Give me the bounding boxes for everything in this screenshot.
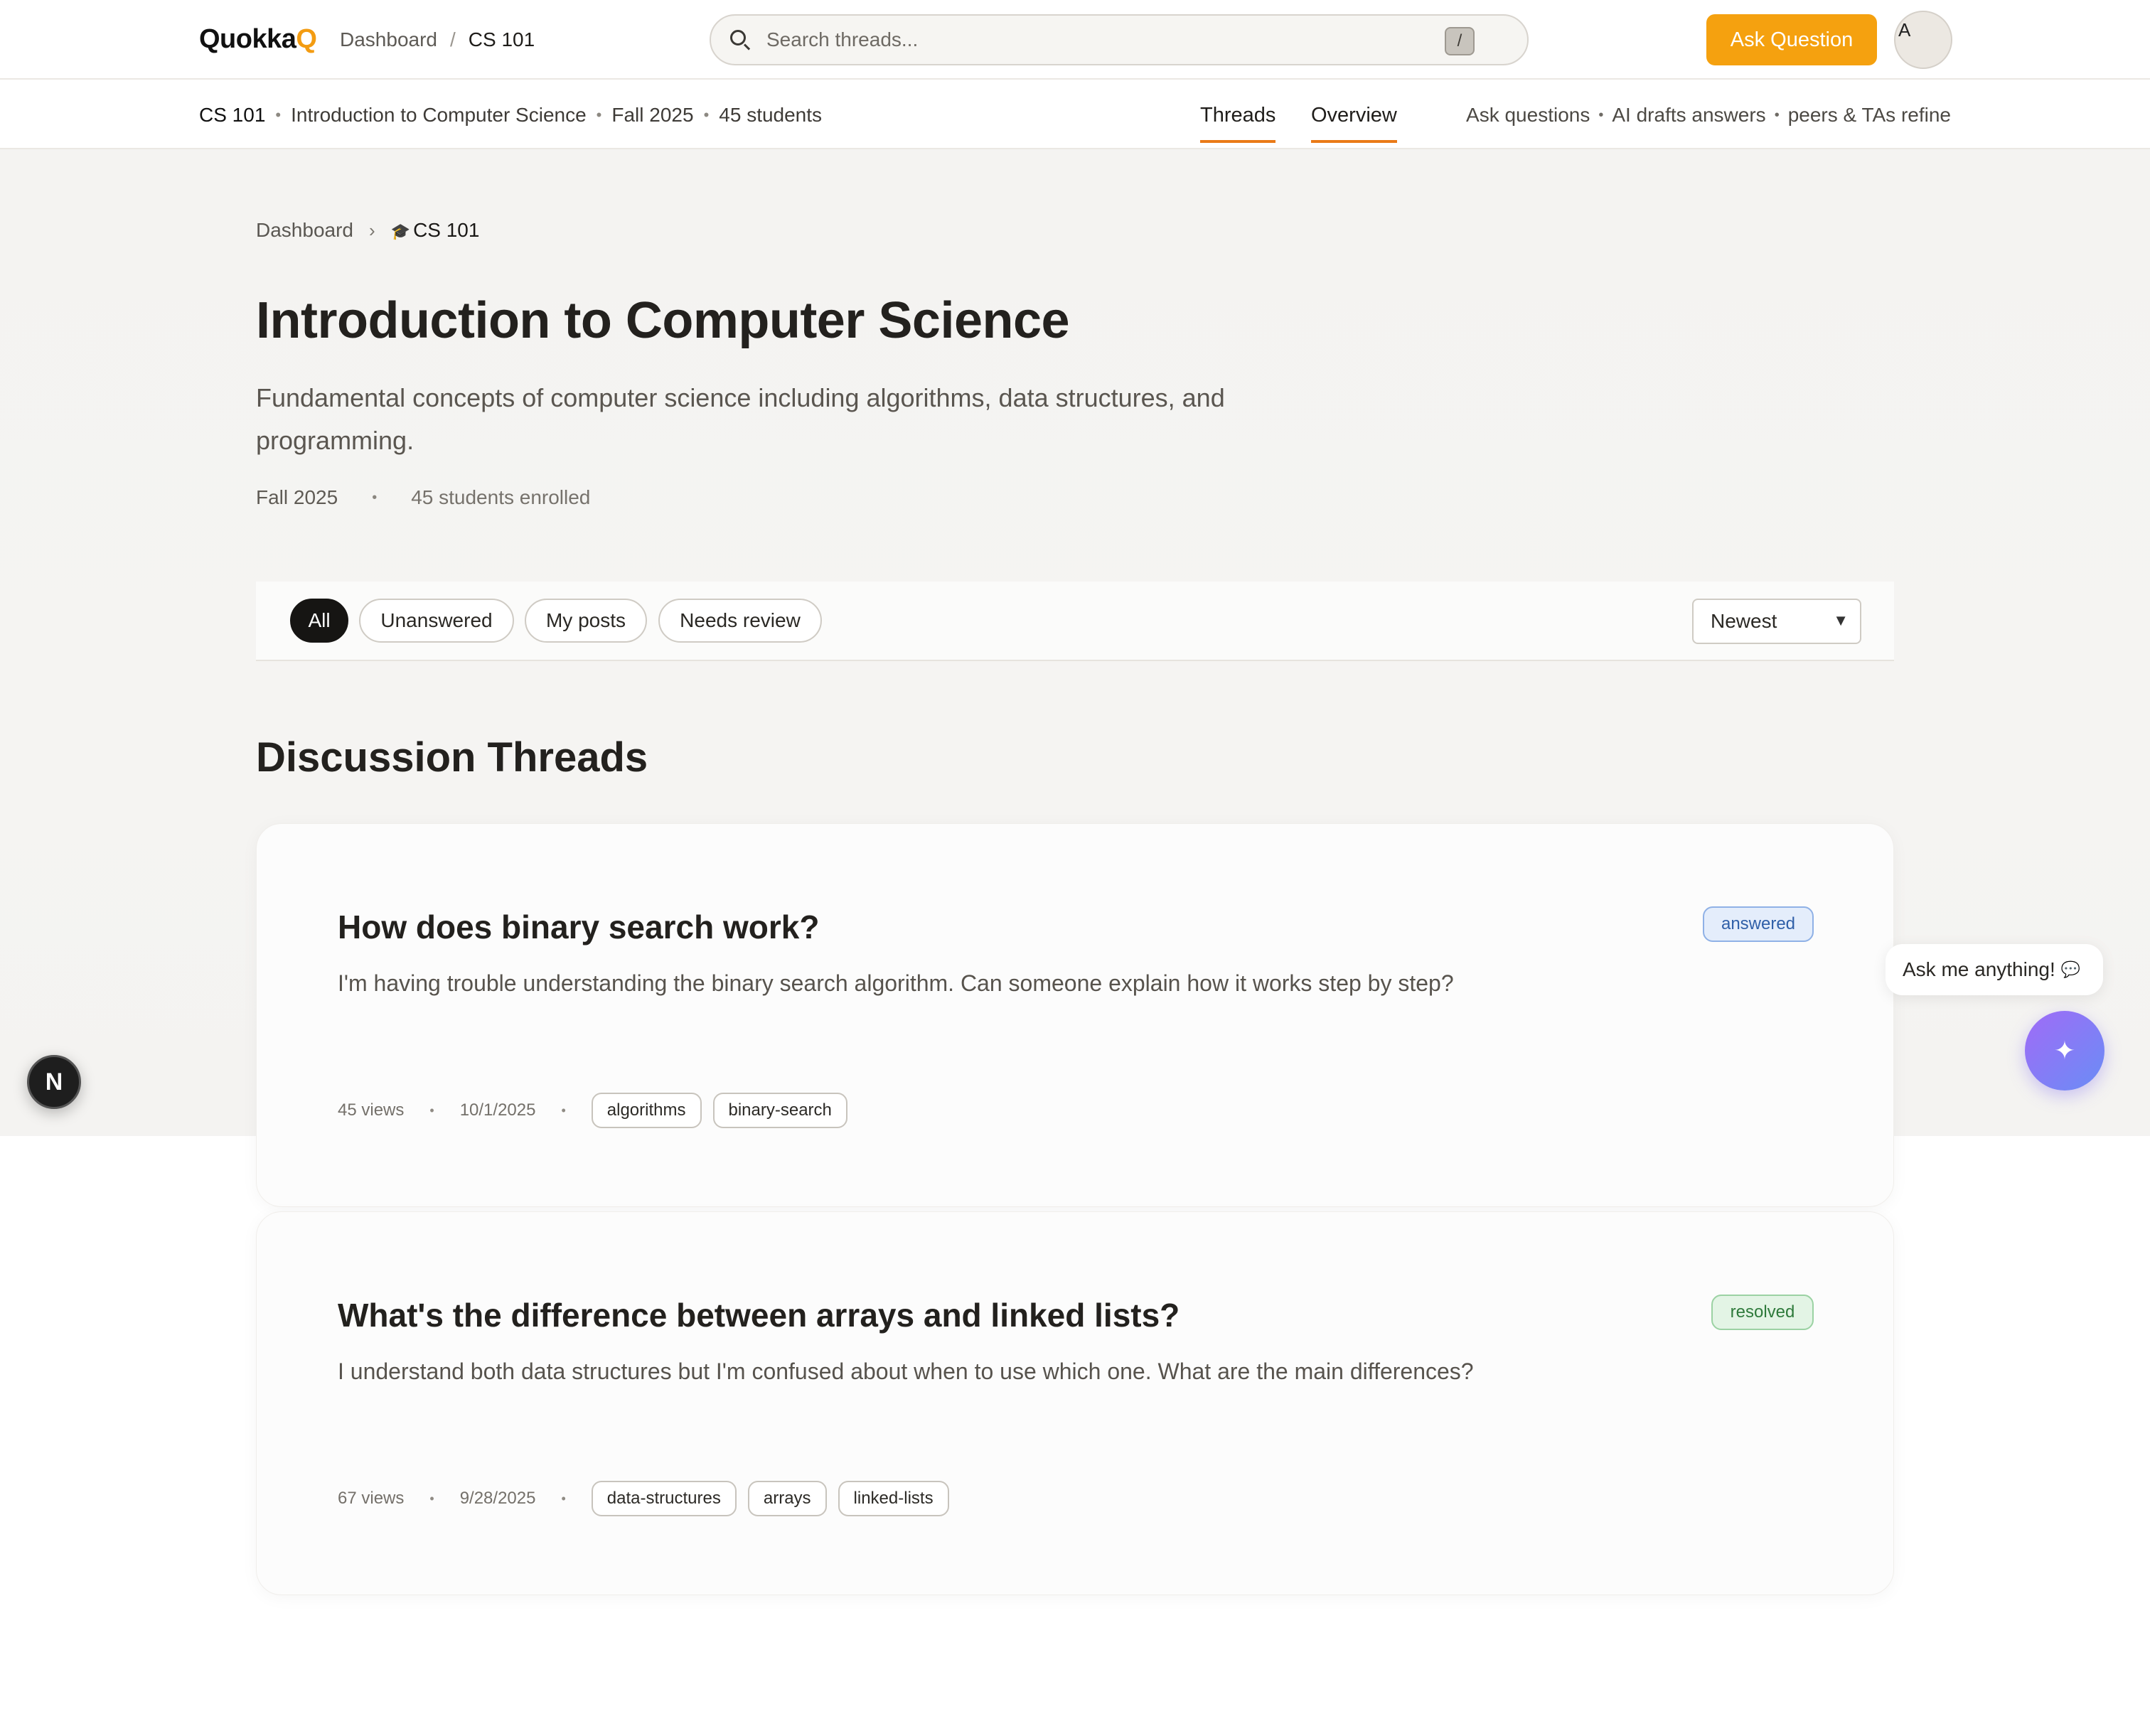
tagline: Ask questions • AI drafts answers • peer…	[1466, 104, 1951, 127]
enrolled-count: 45 students enrolled	[411, 486, 591, 508]
separator-dot: •	[1774, 107, 1780, 123]
tab-overview[interactable]: Overview	[1311, 104, 1397, 143]
tag-chip[interactable]: algorithms	[591, 1093, 702, 1128]
thread-title[interactable]: How does binary search work?	[338, 908, 819, 946]
search-shortcut-key: /	[1445, 27, 1475, 55]
top-breadcrumb: Dashboard / CS 101	[340, 28, 535, 51]
sparkle-icon: ✦	[2053, 1036, 2076, 1065]
course-subbar: CS 101 • Introduction to Computer Scienc…	[0, 81, 2150, 149]
separator-dot: •	[275, 106, 282, 124]
thread-date: 10/1/2025	[459, 1100, 536, 1120]
course-code: CS 101	[199, 104, 266, 126]
tag-chip[interactable]: binary-search	[712, 1093, 847, 1128]
tagline-item: peers & TAs refine	[1787, 104, 1951, 126]
thread-body: I'm having trouble understanding the bin…	[338, 970, 1454, 996]
search-input[interactable]	[766, 28, 1406, 51]
caret-down-icon: ▼	[1833, 611, 1849, 629]
thread-card[interactable]: What's the difference between arrays and…	[256, 1211, 1894, 1595]
separator-dot: •	[561, 1491, 566, 1506]
app-logo[interactable]: QuokkaQ	[199, 24, 317, 55]
graduation-cap-icon: 🎓	[390, 223, 411, 240]
chevron-right-icon: ›	[368, 219, 375, 241]
logo-text: Quokka	[199, 24, 296, 54]
top-breadcrumb-separator: /	[449, 28, 456, 50]
filter-chip-all[interactable]: All	[290, 599, 348, 643]
sort-select[interactable]: Newest ▼	[1692, 599, 1861, 644]
status-badge: resolved	[1711, 1295, 1814, 1330]
ai-assistant-button[interactable]: ✦	[2025, 1011, 2104, 1091]
course-term: Fall 2025	[256, 486, 338, 508]
filter-chip-my-posts[interactable]: My posts	[525, 599, 647, 643]
logo-accent: Q	[296, 24, 317, 54]
next-dev-badge[interactable]: N	[27, 1055, 81, 1109]
separator-dot: •	[596, 106, 602, 124]
filter-chip-unanswered[interactable]: Unanswered	[359, 599, 514, 643]
thread-meta: 67 views • 9/28/2025 • data-structures a…	[338, 1481, 961, 1516]
breadcrumb: Dashboard › 🎓 CS 101	[256, 219, 479, 242]
tag-chip[interactable]: linked-lists	[838, 1481, 949, 1516]
tagline-item: Ask questions	[1466, 104, 1590, 126]
tag-chip[interactable]: data-structures	[591, 1481, 737, 1516]
top-bar: QuokkaQ Dashboard / CS 101 / Ask Questio…	[0, 0, 2150, 80]
course-term: Fall 2025	[611, 104, 694, 126]
course-info: CS 101 • Introduction to Computer Scienc…	[199, 104, 822, 127]
ask-question-button[interactable]: Ask Question	[1706, 14, 1877, 65]
course-description: Fundamental concepts of computer science…	[256, 383, 1225, 455]
thread-views: 45 views	[338, 1100, 405, 1120]
separator-dot: •	[561, 1103, 566, 1118]
thread-card[interactable]: How does binary search work? answered I'…	[256, 823, 1894, 1207]
separator-dot: •	[703, 106, 710, 124]
course-name: Introduction to Computer Science	[291, 104, 587, 126]
thread-date: 9/28/2025	[459, 1489, 536, 1508]
page-title: Introduction to Computer Science	[256, 292, 1070, 349]
separator-dot: •	[429, 1103, 434, 1118]
status-badge: answered	[1703, 906, 1814, 942]
tag-chip[interactable]: arrays	[747, 1481, 827, 1516]
user-avatar[interactable]: A	[1894, 11, 1952, 69]
ai-prompt-text: Ask me anything!	[1903, 958, 2055, 980]
course-meta: Fall 2025 • 45 students enrolled	[256, 486, 590, 509]
tagline-item: AI drafts answers	[1612, 104, 1766, 126]
search-bar[interactable]: /	[710, 14, 1529, 65]
chat-bubble-icon: 💬	[2060, 960, 2081, 978]
sort-value: Newest	[1711, 610, 1777, 632]
section-title: Discussion Threads	[256, 734, 648, 781]
search-icon	[728, 28, 752, 52]
top-breadcrumb-current[interactable]: CS 101	[469, 28, 535, 51]
filter-chip-needs-review[interactable]: Needs review	[658, 599, 822, 643]
thread-title[interactable]: What's the difference between arrays and…	[338, 1296, 1180, 1334]
top-breadcrumb-dashboard[interactable]: Dashboard	[340, 28, 437, 51]
separator-dot: •	[429, 1491, 434, 1506]
filter-bar: All Unanswered My posts Needs review New…	[256, 582, 1894, 661]
thread-body: I understand both data structures but I'…	[338, 1359, 1474, 1384]
breadcrumb-current: CS 101	[413, 219, 480, 241]
breadcrumb-dashboard[interactable]: Dashboard	[256, 219, 353, 242]
separator-dot: •	[372, 489, 378, 505]
course-students: 45 students	[719, 104, 823, 126]
thread-meta: 45 views • 10/1/2025 • algorithms binary…	[338, 1093, 859, 1128]
thread-views: 67 views	[338, 1489, 405, 1508]
ai-prompt-bubble[interactable]: Ask me anything! 💬	[1886, 944, 2103, 995]
tab-threads[interactable]: Threads	[1200, 104, 1276, 143]
separator-dot: •	[1598, 107, 1604, 123]
